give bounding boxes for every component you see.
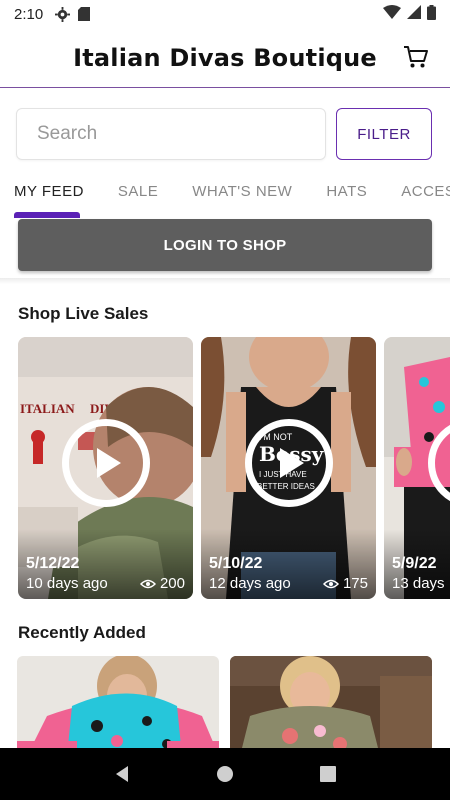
product-image [17,656,219,756]
view-count-value: 200 [159,575,185,592]
recents-button[interactable] [316,762,340,786]
back-button[interactable] [110,762,134,786]
tab-my-feed[interactable]: MY FEED [0,172,98,210]
view-count-value: 175 [342,575,368,592]
play-icon [279,447,304,478]
home-button[interactable] [213,762,237,786]
sale-age: 12 days ago [209,575,291,592]
recents-icon [320,766,337,782]
product-card[interactable] [17,656,219,756]
recently-added-title: Recently Added [18,623,146,642]
tab-whats-new[interactable]: WHAT'S NEW [172,172,306,210]
live-sales-title: Shop Live Sales [18,304,149,323]
active-tab-indicator [14,212,80,218]
tab-hats[interactable]: HATS [306,172,381,210]
filter-button[interactable]: FILTER [336,108,432,160]
live-sale-card[interactable]: I'M NOT Bossy I JUST HAVE BETTER IDEAS 5… [201,337,376,599]
cart-icon [404,46,428,68]
product-image [230,656,432,756]
play-button[interactable] [61,418,150,507]
product-card[interactable] [230,656,432,756]
status-right-icons [383,4,436,24]
sale-date: 5/10/22 [209,555,263,572]
section-divider [0,278,450,284]
eye-icon [139,579,156,588]
login-to-shop-button[interactable]: LOGIN TO SHOP [18,219,432,271]
settings-icon [55,6,71,22]
sale-age: 13 days [392,575,445,592]
sd-card-icon [78,7,91,21]
app-header: Italian Divas Boutique [0,28,450,88]
play-icon [96,447,121,478]
search-placeholder: Search [37,123,98,144]
home-icon [216,766,233,782]
status-bar: 2:10 [0,0,450,28]
tab-sale[interactable]: SALE [98,172,172,210]
live-sale-card[interactable]: 5/9/22 13 days [384,337,450,599]
live-sale-card[interactable]: ITALIAN DIVAS 5/12/22 10 days ago 200 [18,337,193,599]
search-input[interactable]: Search [16,108,326,160]
eye-icon [322,579,339,588]
status-time: 2:10 [14,5,44,23]
play-button[interactable] [244,418,333,507]
app-screen: 2:10 Italian Divas Boutique Search FILTE… [0,0,450,800]
sale-age: 10 days ago [26,575,108,592]
tab-accessories[interactable]: ACCESS [381,172,450,210]
battery-icon [427,4,436,24]
back-icon [115,766,128,782]
app-title: Italian Divas Boutique [73,43,377,72]
wifi-icon [383,5,401,23]
sale-date: 5/12/22 [26,555,80,572]
cart-button[interactable] [402,43,430,71]
view-count: 175 [322,575,368,592]
banner-text: ITALIAN [20,401,75,416]
search-row: Search FILTER [16,108,434,160]
view-count: 200 [139,575,185,592]
system-nav-bar [0,748,450,800]
sale-date: 5/9/22 [392,555,437,572]
signal-icon [407,5,421,23]
